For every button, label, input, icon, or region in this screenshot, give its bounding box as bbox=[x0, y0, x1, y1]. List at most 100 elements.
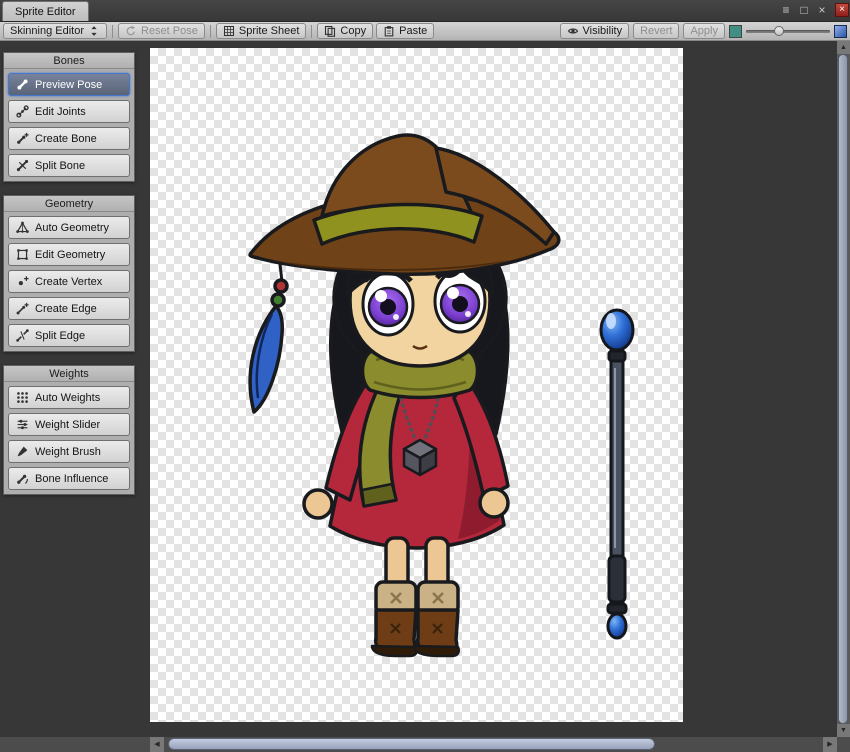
sprite-transparency-checker[interactable] bbox=[150, 48, 683, 722]
weight-slider-icon bbox=[17, 419, 28, 430]
revert-button[interactable]: Revert bbox=[633, 23, 680, 39]
channel-icon[interactable] bbox=[834, 24, 847, 38]
weight-brush-icon bbox=[17, 446, 28, 457]
paste-label: Paste bbox=[399, 25, 428, 37]
tool-label: Split Bone bbox=[35, 159, 86, 172]
sprite-sheet-button[interactable]: Sprite Sheet bbox=[215, 23, 307, 39]
tool-label: Edit Geometry bbox=[35, 248, 106, 261]
tool-label: Create Vertex bbox=[35, 275, 103, 288]
split-bone-icon bbox=[16, 159, 29, 172]
window-close-button[interactable]: × bbox=[835, 3, 849, 17]
tool-split-edge[interactable]: Split Edge bbox=[8, 324, 130, 347]
tool-label: Auto Weights bbox=[35, 391, 101, 404]
create-bone-icon bbox=[16, 132, 29, 145]
scroll-down-arrow[interactable]: ▼ bbox=[837, 724, 850, 737]
window-tab-sprite-editor[interactable]: Sprite Editor bbox=[2, 1, 89, 21]
geometry-panel-title: Geometry bbox=[44, 197, 94, 210]
tool-label: Auto Geometry bbox=[35, 221, 109, 234]
window-maximize-icon[interactable]: □ bbox=[797, 3, 811, 17]
sprite-sheet-icon bbox=[223, 25, 234, 37]
bones-panel-title: Bones bbox=[53, 54, 85, 67]
sprite-canvas[interactable]: Bones Preview Pose Edit Joints Create Bo… bbox=[0, 41, 837, 737]
weights-panel: Weights Auto Weights Weight Slider Weigh… bbox=[3, 365, 135, 495]
toolbar-separator bbox=[311, 24, 313, 38]
horizontal-scrollbar-thumb[interactable] bbox=[168, 738, 655, 750]
toolbar-right-group: Visibility Revert Apply bbox=[559, 23, 847, 39]
tool-auto-weights[interactable]: Auto Weights bbox=[8, 386, 130, 409]
tool-bone-influence[interactable]: Bone Influence bbox=[8, 467, 130, 490]
tool-label: Preview Pose bbox=[35, 78, 103, 91]
geometry-panel-header: Geometry bbox=[4, 196, 134, 212]
mode-dropdown-label: Skinning Editor bbox=[10, 25, 84, 37]
bones-panel-header: Bones bbox=[4, 53, 134, 69]
toolbar-separator bbox=[209, 24, 211, 38]
reset-pose-button[interactable]: Reset Pose bbox=[118, 23, 205, 39]
tool-weight-brush[interactable]: Weight Brush bbox=[8, 440, 130, 463]
visibility-eye-icon bbox=[567, 28, 578, 34]
staff-sprite bbox=[599, 308, 635, 640]
sprite-sheet-label: Sprite Sheet bbox=[238, 25, 300, 37]
paste-button[interactable]: Paste bbox=[376, 23, 435, 39]
window-menu-icon[interactable]: ≡ bbox=[779, 3, 793, 17]
tool-auto-geometry[interactable]: Auto Geometry bbox=[8, 216, 130, 239]
window-tab-label: Sprite Editor bbox=[15, 5, 76, 18]
preview-pose-icon bbox=[16, 78, 29, 91]
tool-label: Bone Influence bbox=[35, 472, 109, 485]
scroll-left-arrow[interactable]: ◀ bbox=[150, 737, 164, 752]
sprite-artwork bbox=[248, 133, 635, 658]
witch-character-sprite bbox=[248, 133, 561, 658]
copy-button[interactable]: Copy bbox=[317, 23, 374, 39]
title-bar: Sprite Editor ≡ □ × × bbox=[0, 0, 850, 22]
scroll-right-arrow[interactable]: ▶ bbox=[823, 737, 837, 752]
auto-weights-icon bbox=[17, 392, 28, 403]
tool-weight-slider[interactable]: Weight Slider bbox=[8, 413, 130, 436]
sprite-editor-toolbar: Skinning Editor Reset Pose Sprite Sheet … bbox=[0, 22, 850, 41]
create-vertex-icon bbox=[18, 275, 29, 286]
zoom-slider-track bbox=[746, 30, 830, 33]
visibility-toggle[interactable]: Visibility bbox=[559, 23, 630, 39]
tool-label: Create Edge bbox=[35, 302, 97, 315]
sprite-editor-window: Sprite Editor ≡ □ × × Skinning Editor Re… bbox=[0, 0, 850, 752]
skinning-tool-panels: Bones Preview Pose Edit Joints Create Bo… bbox=[3, 52, 135, 495]
weights-panel-title: Weights bbox=[49, 367, 89, 380]
tool-label: Create Bone bbox=[35, 132, 97, 145]
auto-geometry-icon bbox=[16, 221, 29, 234]
vertical-scrollbar-thumb[interactable] bbox=[838, 54, 848, 724]
visibility-label: Visibility bbox=[582, 25, 623, 37]
scroll-up-arrow[interactable]: ▲ bbox=[837, 41, 850, 54]
zoom-slider-thumb[interactable] bbox=[774, 26, 784, 36]
tool-label: Weight Brush bbox=[35, 445, 101, 458]
copy-label: Copy bbox=[340, 25, 367, 37]
reset-pose-icon bbox=[126, 25, 136, 36]
horizontal-scrollbar[interactable]: ◀ ▶ bbox=[0, 737, 837, 752]
bone-influence-icon bbox=[16, 473, 29, 485]
tool-edit-geometry[interactable]: Edit Geometry bbox=[8, 243, 130, 266]
split-edge-icon bbox=[16, 329, 29, 342]
tool-label: Edit Joints bbox=[35, 105, 86, 118]
scrollbar-corner bbox=[837, 737, 850, 752]
tool-preview-pose[interactable]: Preview Pose bbox=[8, 73, 130, 96]
mode-dropdown[interactable]: Skinning Editor bbox=[3, 23, 107, 39]
tool-create-bone[interactable]: Create Bone bbox=[8, 127, 130, 150]
apply-label: Apply bbox=[690, 25, 718, 37]
tool-label: Split Edge bbox=[35, 329, 86, 342]
paste-icon bbox=[384, 25, 394, 37]
dropdown-updown-icon bbox=[91, 26, 97, 36]
zoom-slider[interactable] bbox=[746, 24, 830, 38]
reset-pose-label: Reset Pose bbox=[141, 25, 198, 37]
copy-icon bbox=[325, 25, 336, 37]
window-close-icon[interactable]: × bbox=[815, 3, 829, 17]
edit-geometry-icon bbox=[16, 248, 29, 261]
revert-label: Revert bbox=[640, 25, 673, 37]
weights-panel-header: Weights bbox=[4, 366, 134, 382]
bones-panel: Bones Preview Pose Edit Joints Create Bo… bbox=[3, 52, 135, 182]
tool-create-edge[interactable]: Create Edge bbox=[8, 297, 130, 320]
tool-split-bone[interactable]: Split Bone bbox=[8, 154, 130, 177]
color-swatch[interactable] bbox=[729, 24, 742, 38]
apply-button[interactable]: Apply bbox=[683, 23, 725, 39]
tool-create-vertex[interactable]: Create Vertex bbox=[8, 270, 130, 293]
tool-edit-joints[interactable]: Edit Joints bbox=[8, 100, 130, 123]
tool-label: Weight Slider bbox=[35, 418, 101, 431]
vertical-scrollbar[interactable]: ▲ ▼ bbox=[837, 41, 850, 737]
edit-joints-icon bbox=[16, 105, 29, 118]
